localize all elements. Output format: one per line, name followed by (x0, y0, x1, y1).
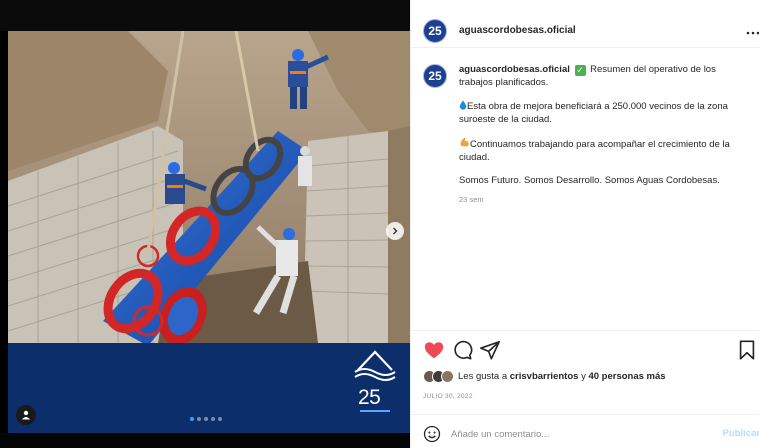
brand-underline (360, 410, 390, 412)
caption-body: aguascordobesas.oficial ✓ Resumen del op… (459, 64, 749, 206)
caption-paragraph-1: aguascordobesas.oficial ✓ Resumen del op… (459, 64, 749, 89)
post-actions (423, 339, 758, 361)
post-header: 25 aguascordobesas.oficial (411, 14, 759, 48)
more-options-button[interactable] (746, 23, 759, 38)
post-side-panel: 25 aguascordobesas.oficial 25 aguascordo… (410, 0, 759, 448)
media-bottom-strip (0, 433, 410, 448)
share-icon[interactable] (479, 339, 501, 361)
post-photo[interactable] (8, 31, 410, 343)
comment-icon[interactable] (451, 339, 473, 361)
carousel-indicator (190, 417, 222, 421)
caption-username-link[interactable]: aguascordobesas.oficial (459, 64, 570, 75)
liker-avatars (423, 370, 454, 383)
likes-connector: y (581, 371, 586, 382)
comment-input[interactable] (451, 428, 691, 440)
user-icon (22, 410, 30, 420)
emoji-icon[interactable] (423, 425, 441, 443)
caption-timestamp[interactable]: 23 sem (459, 194, 749, 207)
caption-paragraph-4: Somos Futuro. Somos Desarrollo. Somos Ag… (459, 175, 720, 186)
caption-author-avatar[interactable]: 25 (423, 64, 447, 88)
divider (411, 330, 759, 331)
post-caption: 25 aguascordobesas.oficial ✓ Resumen del… (423, 64, 758, 206)
more-horizontal-icon (746, 31, 759, 35)
chevron-right-icon (393, 227, 398, 235)
likes-prefix: Les gusta a (458, 371, 508, 382)
carousel-dot (211, 417, 215, 421)
post-media[interactable]: 25 (0, 0, 410, 448)
author-username-link[interactable]: aguascordobesas.oficial (459, 25, 576, 36)
tagged-users-button[interactable] (16, 405, 36, 425)
post-date[interactable]: JULIO 30, 2022 (423, 393, 473, 400)
heart-icon[interactable] (423, 339, 445, 361)
avatar-text: 25 (428, 69, 442, 83)
media-top-strip (0, 0, 410, 31)
author-avatar[interactable]: 25 (423, 18, 447, 43)
caption-text-3: Continuamos trabajando para acompañar el… (459, 139, 730, 163)
carousel-next-button[interactable] (386, 222, 404, 240)
caption-paragraph-2: Esta obra de mejora beneficiará a 250.00… (459, 100, 749, 126)
add-comment-bar: Publicar (423, 424, 759, 444)
caption-text-2: Esta obra de mejora beneficiará a 250.00… (459, 101, 728, 125)
check-mark-icon: ✓ (574, 65, 586, 76)
liker-username-link[interactable]: crisvbarrientos (510, 371, 579, 382)
water-waves-logo-icon (354, 350, 396, 381)
water-drop-icon (459, 100, 467, 110)
publish-button[interactable]: Publicar (723, 428, 759, 439)
carousel-dot (190, 417, 194, 421)
carousel-dot (197, 417, 201, 421)
carousel-dot (218, 417, 222, 421)
avatar-text: 25 (428, 23, 442, 38)
likes-summary[interactable]: Les gusta a crisvbarrientos y 40 persona… (423, 370, 666, 383)
flexed-biceps-icon (460, 137, 469, 147)
caption-paragraph-3: Continuamos trabajando para acompañar el… (459, 137, 749, 164)
divider (411, 414, 759, 415)
brand-anniversary-number: 25 (358, 386, 381, 409)
carousel-dot (204, 417, 208, 421)
likes-others-link[interactable]: 40 personas más (588, 371, 665, 382)
bookmark-icon[interactable] (736, 339, 758, 361)
liker-avatar (441, 370, 454, 383)
